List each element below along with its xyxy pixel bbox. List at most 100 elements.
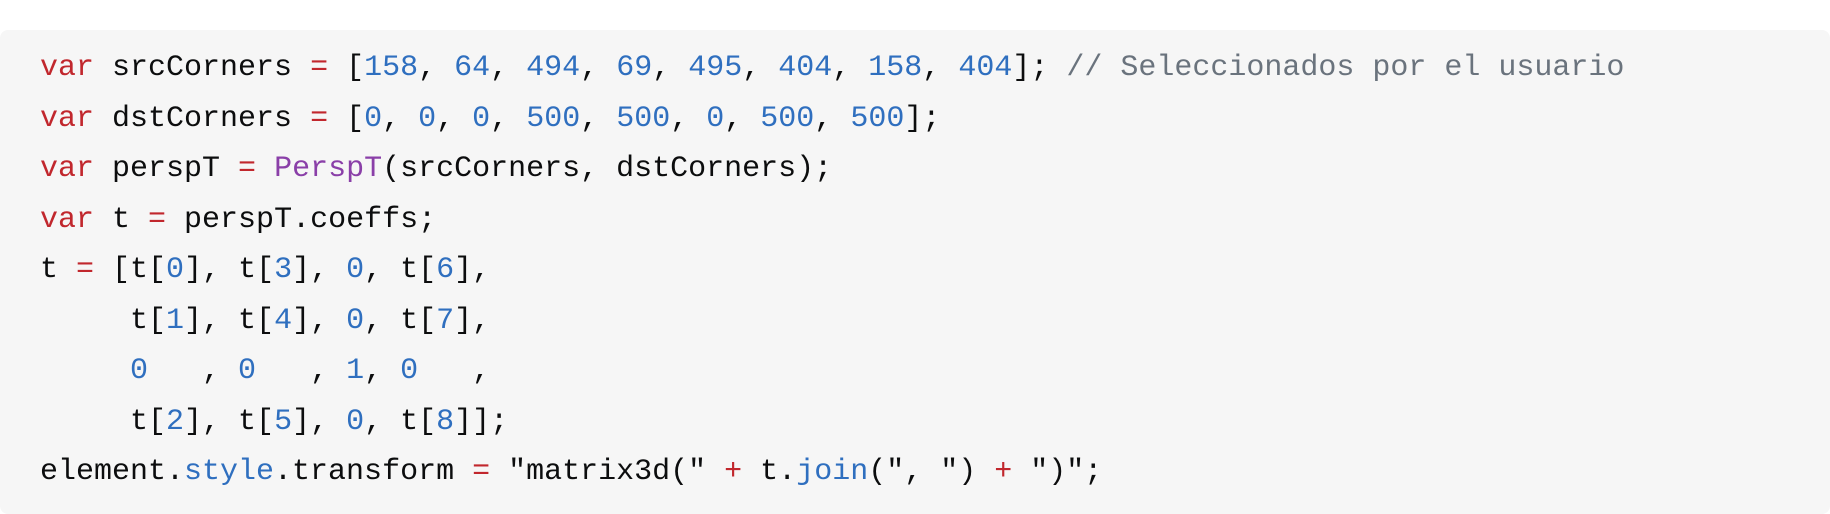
code-token-keyword: var [40, 152, 95, 186]
code-token-plain: (srcCorners, dstCorners); [382, 152, 833, 186]
code-token-plain: , t[ [364, 303, 437, 338]
code-token-number: 404 [958, 51, 1013, 85]
code-line: var perspT = PerspT(srcCorners, dstCorne… [40, 144, 1830, 195]
code-token-plain: , [580, 101, 617, 136]
code-token-number: 500 [850, 101, 905, 136]
code-token-number: 494 [526, 51, 581, 85]
code-token-plain: , [490, 51, 527, 85]
code-token-plain: , [670, 101, 707, 136]
code-line: var srcCorners = [158, 64, 494, 69, 495,… [40, 43, 1830, 94]
code-token-plain: [ [328, 101, 365, 136]
code-token-plain: t[ [40, 404, 167, 439]
code-token-plain: t [40, 253, 77, 287]
code-token-number: 158 [364, 51, 419, 85]
code-token-operator: = [148, 202, 167, 237]
code-token-plain: t[ [40, 303, 167, 338]
code-token-plain: ], [292, 404, 347, 439]
code-token-plain: , [490, 101, 527, 136]
code-token-plain: perspT.coeffs; [166, 202, 437, 237]
code-token-number: 0 [346, 253, 365, 287]
code-token-number: 7 [436, 303, 455, 338]
code-token-number: 3 [274, 253, 293, 287]
code-token-plain: ]; [904, 101, 941, 136]
code-token-plain: ], t[ [184, 253, 275, 287]
code-token-number: 1 [346, 354, 365, 388]
code-token-plain: t [94, 202, 149, 237]
code-token-number: 8 [436, 404, 455, 439]
code-content: var srcCorners = [158, 64, 494, 69, 495,… [40, 43, 1830, 498]
code-token-number: 0 [418, 101, 437, 136]
code-line: var t = perspT.coeffs; [40, 195, 1830, 246]
code-token-comment: // Seleccionados por el usuario [1066, 51, 1625, 85]
code-token-plain: ], t[ [184, 404, 275, 439]
code-token-operator: = [238, 152, 257, 186]
code-token-number: 404 [778, 51, 833, 85]
code-token-plain: , [364, 354, 401, 388]
code-token-keyword: var [40, 202, 95, 237]
code-line: var dstCorners = [0, 0, 0, 500, 500, 0, … [40, 94, 1830, 145]
code-token-plain: ], [292, 253, 347, 287]
code-token-plain: srcCorners [94, 51, 311, 85]
code-token-plain: ], [454, 253, 491, 287]
code-token-plain: [ [328, 51, 365, 85]
code-token-plain: ]]; [454, 404, 509, 439]
code-token-number: 0 [346, 303, 365, 338]
code-token-plain: , [382, 101, 419, 136]
code-line: t[2], t[5], 0, t[8]]; [40, 397, 1830, 448]
code-token-plain: , [652, 51, 689, 85]
code-token-plain: , [742, 51, 779, 85]
code-token-operator: = [76, 253, 95, 287]
code-token-number: 5 [274, 404, 293, 439]
code-token-number: 0 [166, 253, 185, 287]
code-token-plain: ], [454, 303, 491, 338]
code-token-plain: ], [292, 303, 347, 338]
code-token-number: 500 [760, 101, 815, 136]
code-token-number: 69 [616, 51, 653, 85]
code-line: t = [t[0], t[3], 0, t[6], [40, 245, 1830, 296]
code-token-plain: , [418, 354, 491, 388]
code-token-plain: , [832, 51, 869, 85]
code-token-number: 158 [868, 51, 923, 85]
code-token-number: 495 [688, 51, 743, 85]
code-token-plain: , [418, 51, 455, 85]
code-token-plain: , [814, 101, 851, 136]
code-token-plain: ], t[ [184, 303, 275, 338]
code-line: t[1], t[4], 0, t[7], [40, 296, 1830, 347]
code-token-plain: , [436, 101, 473, 136]
code-token-plain: dstCorners [94, 101, 311, 136]
code-token-plain: , [580, 51, 617, 85]
code-token-plain: , [148, 354, 239, 388]
code-token-operator: = [310, 51, 329, 85]
code-token-number: 0 [364, 101, 383, 136]
code-line: 0 , 0 , 1, 0 , [40, 346, 1830, 397]
code-token-number: 0 [472, 101, 491, 136]
code-token-number: 0 [400, 354, 419, 388]
code-token-keyword: var [40, 101, 95, 136]
code-token-operator: = [310, 101, 329, 136]
code-token-number: 2 [166, 404, 185, 439]
code-token-number: 6 [436, 253, 455, 287]
code-token-number: 4 [274, 303, 293, 338]
code-token-plain: , [922, 51, 959, 85]
code-token-plain: [t[ [94, 253, 167, 287]
code-token-plain: ]; [1012, 51, 1067, 85]
code-token-keyword: var [40, 51, 95, 85]
code-token-number: 0 [706, 101, 725, 136]
code-token-number: 1 [166, 303, 185, 338]
code-block: var srcCorners = [158, 64, 494, 69, 495,… [0, 30, 1830, 514]
code-token-number: 500 [526, 101, 581, 136]
code-token-plain: , t[ [364, 404, 437, 439]
code-token-number: 0 [238, 354, 257, 388]
code-token-plain: , t[ [364, 253, 437, 287]
code-token-number: 500 [616, 101, 671, 136]
code-token-number: 0 [130, 354, 149, 388]
code-token-plain: perspT [94, 152, 239, 186]
code-token-plain: , [724, 101, 761, 136]
code-token-number: 0 [346, 404, 365, 439]
code-token-plain: , [256, 354, 347, 388]
code-token-number: 64 [454, 51, 491, 85]
code-line: element.style.transform = "matrix3d(" + … [40, 447, 1830, 498]
code-token-function: PerspT [274, 152, 383, 186]
